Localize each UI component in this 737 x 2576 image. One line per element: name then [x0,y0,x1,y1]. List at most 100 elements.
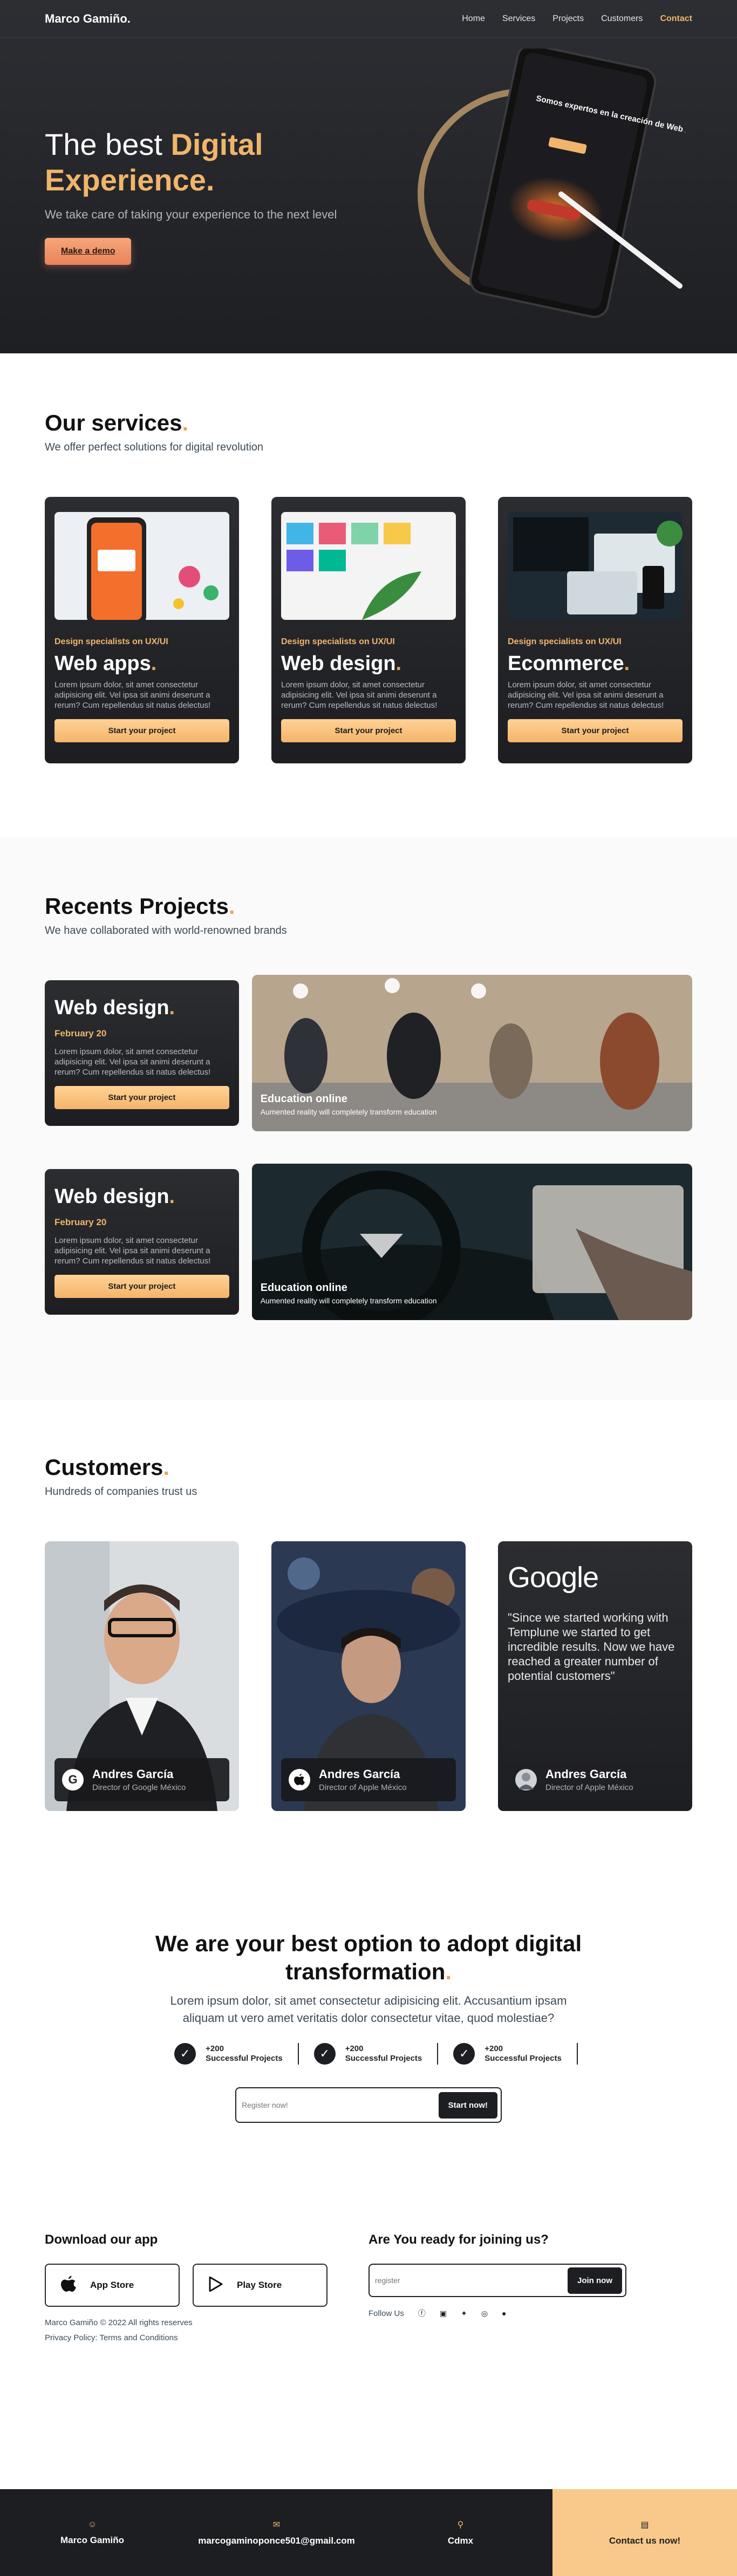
project-description: Lorem ipsum dolor, sit amet consectetur … [54,1236,211,1266]
customer-role: Director of Apple México [319,1783,407,1792]
project-title-text: Web design [54,1185,169,1208]
customers-list: G Andres García Director of Google Méxic… [45,1541,692,1811]
start-project-button[interactable]: Start your project [54,1275,229,1298]
legal-links: Privacy Policy: Terms and Conditions [45,2333,178,2342]
project-date: February 20 [54,1028,107,1038]
start-now-button[interactable]: Start now! [438,2092,497,2119]
bottom-email[interactable]: ✉ marcogaminoponce501@gmail.com [185,2489,368,2576]
apple-logo-icon [289,1769,310,1791]
hero-title-plain: The best [45,127,171,161]
customer-name: Andres García [92,1767,174,1781]
service-description: Lorem ipsum dolor, sit amet consectetur … [508,680,664,710]
start-project-button[interactable]: Start your project [281,719,456,742]
contact-us-label: Contact us now! [609,2535,681,2546]
cta-title: We are your best option to adopt digital… [153,1930,584,1986]
terms-link[interactable]: Terms and Conditions [99,2333,178,2342]
play-store-button[interactable]: Play Store [193,2264,327,2307]
footer-legal: Marco Gamiño © 2022 All rights reserves … [45,2315,368,2346]
project-title: Web design. [54,996,229,1020]
app-store-button[interactable]: App Store [45,2264,180,2307]
social-links: Follow Us ⓕ ▣ ✦ ◎ ● [368,2308,692,2319]
start-project-button[interactable]: Start your project [508,719,683,742]
follow-label: Follow Us [368,2308,404,2318]
nav-contact[interactable]: Contact [660,14,692,24]
services-subtitle: We offer perfect solutions for digital r… [45,441,264,453]
nav-home[interactable]: Home [462,14,485,24]
join-form: Join now [368,2264,626,2297]
project-date: February 20 [54,1217,107,1227]
service-image-webdesign [281,512,456,620]
download-title: Download our app [45,2232,158,2247]
download-app-column: Download our app App Store Play Store Ma… [45,2232,368,2346]
start-project-button[interactable]: Start your project [54,1086,229,1109]
github-icon[interactable]: ● [502,2309,506,2318]
title-dot: . [395,652,402,675]
stat-item: ✓ +200 Successful Projects [299,2043,439,2065]
instagram-icon[interactable]: ◎ [481,2309,488,2318]
join-now-button[interactable]: Join now [568,2267,622,2294]
contact-us-button[interactable]: ▤ Contact us now! [552,2489,737,2576]
service-description: Lorem ipsum dolor, sit amet consectetur … [54,680,211,710]
service-image-ecommerce [508,512,683,620]
top-nav: Marco Gamiño. Home Services Projects Cus… [0,0,737,38]
privacy-link[interactable]: Privacy Policy [45,2333,95,2342]
testimonial-quote: "Since we started working with Templune … [508,1611,675,1683]
register-form: Start now! [235,2087,502,2123]
project-image-vr[interactable]: Education online Aumented reality will c… [251,975,692,1131]
avatar [515,1769,537,1791]
stats-row: ✓ +200 Successful Projects ✓ +200 Successf… [0,2043,737,2065]
projects-title-text: Recents Projects [45,893,229,919]
project-row: Web design. February 20 Lorem ipsum dolo… [45,1164,692,1320]
stat-text: +200 Successful Projects [206,2044,283,2063]
make-demo-button[interactable]: Make a demo [45,238,132,265]
brand-logo[interactable]: Marco Gamiño. [45,12,131,26]
stat-text: +200 Successful Projects [345,2044,422,2063]
service-title-text: Web design [281,652,396,675]
hero-subtitle: We take care of taking your experience t… [45,208,337,221]
projects-title: Recents Projects. [45,893,692,919]
project-card: Web design. February 20 Lorem ipsum dolo… [45,980,239,1126]
customer-tag: G Andres García Director of Google Méxic… [54,1758,229,1801]
register-input[interactable] [242,2101,439,2109]
join-input[interactable] [375,2276,568,2285]
linkedin-icon[interactable]: ▣ [440,2309,447,2318]
nav-links: Home Services Projects Customers Contact [462,14,692,24]
facebook-icon[interactable]: ⓕ [418,2308,426,2319]
customer-tag: Andres García Director of Apple México [508,1758,683,1801]
title-dot: . [624,652,630,675]
google-wordmark: Google [508,1561,599,1594]
title-dot: . [151,652,157,675]
project-title-text: Web design [54,996,169,1019]
project-image-car[interactable]: Education online Aumented reality will c… [251,1164,692,1320]
service-title-text: Ecommerce [508,652,624,675]
stat-item: ✓ +200 Successful Projects [438,2043,578,2065]
start-project-button[interactable]: Start your project [54,719,229,742]
cta-section: We are your best option to adopt digital… [0,1873,737,2232]
service-kicker: Design specialists on UX/UI [508,637,622,646]
service-card: Design specialists on UX/UI Ecommerce. L… [498,497,692,763]
customers-section: Customers. Hundreds of companies trust u… [0,1400,737,1873]
nav-projects[interactable]: Projects [552,14,584,24]
bottom-city-text: Cdmx [447,2535,474,2546]
bottom-location: ⚲ Cdmx [368,2489,552,2576]
stat-value: +200 [345,2044,364,2053]
service-title-text: Web apps [54,652,151,675]
nav-customers[interactable]: Customers [601,14,643,24]
testimonial-card: Google "Since we started working with Te… [498,1541,692,1811]
hero-text: The best Digital Experience. We take car… [45,127,390,265]
customer-name: Andres García [319,1767,400,1781]
stat-label: Successful Projects [206,2054,283,2063]
briefcase-icon: ▤ [640,2520,649,2530]
project-card: Web design. February 20 Lorem ipsum dolo… [45,1169,239,1315]
app-store-label: App Store [90,2280,134,2290]
nav-services[interactable]: Services [502,14,535,24]
service-card: Design specialists on UX/UI Web design. … [271,497,466,763]
stat-item: ✓ +200 Successful Projects [159,2043,299,2065]
project-caption-subtitle: Aumented reality will completely transfo… [260,1108,437,1116]
customer-role: Director of Google México [92,1783,186,1792]
customer-name: Andres García [545,1767,627,1781]
project-description: Lorem ipsum dolor, sit amet consectetur … [54,1047,211,1077]
title-dot: . [182,410,189,435]
check-icon: ✓ [313,2043,336,2065]
twitter-icon[interactable]: ✦ [461,2309,467,2318]
